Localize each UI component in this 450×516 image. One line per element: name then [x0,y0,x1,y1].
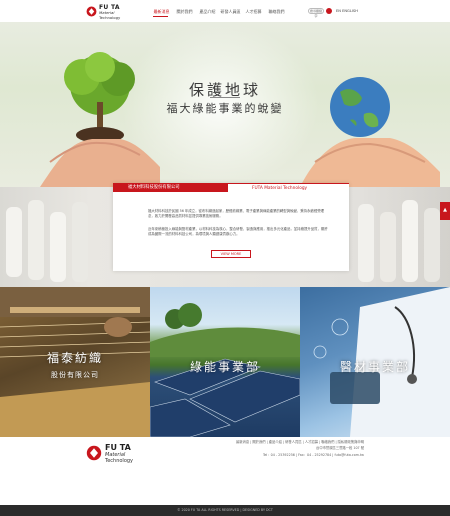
futa-logo-icon [86,6,97,17]
hero-banner: 保護地球 福大綠能事業的蛻變 [0,22,450,187]
site-logo[interactable]: FU TA Material Technology [86,4,132,20]
nav-item-products[interactable]: 產品介紹 [196,9,219,15]
panel-textile[interactable]: 福泰紡織 股份有限公司 [0,287,150,437]
main-nav: 最新消息 關於我們 產品介紹 研發人員區 人才招募 聯絡我們 [150,9,288,15]
footer-logo[interactable]: FU TA Material Technology [86,443,146,467]
panel-textile-subtitle: 股份有限公司 [51,371,99,379]
footer-contact: Tel：04 - 25392256 | Fax：04 - 25292784 | … [262,453,364,457]
logo-technology: Technology [99,14,121,20]
nav-item-rd[interactable]: 研發人員區 [219,9,242,15]
view-more-button[interactable]: VIEW MORE [211,250,251,258]
panel-medical-title: 醫材事業部 [339,360,410,374]
copyright-bar: © 2020 FU TA ALL RIGHTS RESERVED | DESIG… [0,505,450,516]
intro-card: 福大材料科技股份有限公司 FUTA Material Technology 福大… [113,183,349,271]
footer-logo-technology: Technology [105,458,134,464]
hero-subtitle: 福大綠能事業的蛻變 [166,102,284,115]
scroll-top-button[interactable]: ▲ [440,202,450,220]
futa-logo-icon [86,445,102,461]
footer-address: 台中市豐原區三豐路一段 107 號 [316,446,364,450]
panel-green-energy[interactable]: 綠能事業部 [150,287,300,437]
footer-links[interactable]: 最新消息 | 關於我們 | 產品介紹 | 研發人員區 | 人才招募 | 聯絡我們… [224,439,364,444]
hands-tree-illustration [40,52,160,187]
nav-item-contact[interactable]: 聯絡我們 [265,9,288,15]
search-icon[interactable] [326,8,332,14]
panel-green-energy-title: 綠能事業部 [189,360,260,374]
company-english-tab[interactable]: FUTA Material Technology [228,183,349,192]
language-switch[interactable]: EN ENGLISH [336,9,358,13]
company-name-tab[interactable]: 福大材料科技股份有限公司 [113,183,228,192]
chevron-up-icon: ▲ [443,207,447,213]
nav-active-indicator [153,16,168,17]
yarn-spools-right [358,200,440,282]
intro-paragraph: 近年來積極投入綠能與醫材產業，以材料科技為核心，整合研發、製造與應用，推出多元化… [148,227,328,236]
nav-item-news[interactable]: 最新消息 [150,9,173,15]
site-header: FU TA Material Technology 最新消息 關於我們 產品介紹… [0,0,450,22]
intro-paragraph: 福大材料科技於民國 56 年成立，從布料織造起家，歷經紡織業、電子產業與綠能產業… [148,209,324,218]
hero-divider [210,97,240,98]
panel-medical[interactable]: 醫材事業部 [300,287,450,437]
nav-item-careers[interactable]: 人才招募 [242,9,265,15]
nav-item-about[interactable]: 關於我們 [173,9,196,15]
yarn-spools-left [6,200,88,282]
search-input[interactable]: 搜尋關鍵字 [308,8,324,18]
footer-logo-name: FU TA [105,443,131,452]
panel-textile-title: 福泰紡織 [46,351,103,365]
